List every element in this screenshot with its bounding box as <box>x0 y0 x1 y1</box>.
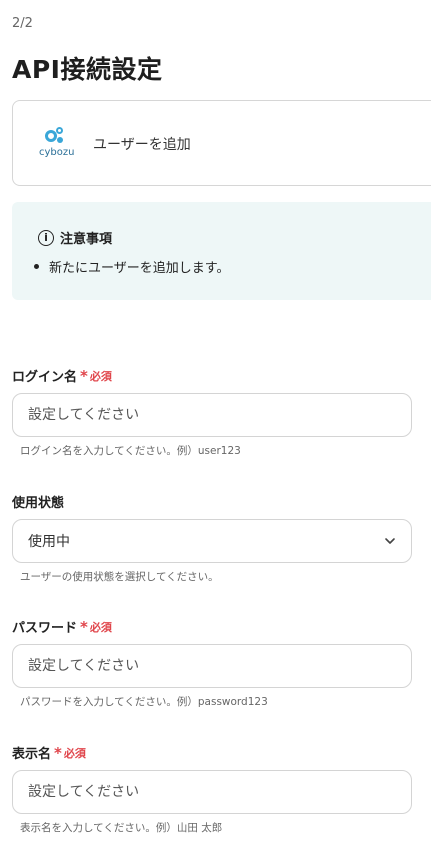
app-action-label: ユーザーを追加 <box>93 137 191 153</box>
display-name-label: 表示名 * 必須 <box>12 743 86 763</box>
display-name-help: 表示名を入力してください。例）山田 太郎 <box>20 822 223 834</box>
notice-box: i 注意事項 新たにユーザーを追加します。 <box>12 202 431 300</box>
notice-list-item: 新たにユーザーを追加します。 <box>34 257 229 276</box>
notice-header: i 注意事項 <box>38 228 112 247</box>
status-label-text: 使用状態 <box>12 496 65 511</box>
page-title: API接続設定 <box>12 55 163 84</box>
required-star: * <box>54 743 62 762</box>
required-text: 必須 <box>89 369 112 383</box>
login-name-label-text: ログイン名 <box>12 370 78 385</box>
display-name-input[interactable] <box>12 770 412 814</box>
required-text: 必須 <box>89 620 112 634</box>
chevron-down-icon <box>385 538 395 544</box>
app-logo-text: cybozu <box>39 147 75 158</box>
app-action-card[interactable]: cybozu ユーザーを追加 <box>12 100 431 186</box>
required-text: 必須 <box>63 746 86 760</box>
status-label: 使用状態 <box>12 492 64 511</box>
password-help: パスワードを入力してください。例）password123 <box>20 696 268 708</box>
info-icon: i <box>38 229 54 246</box>
cybozu-logo-icon: cybozu <box>39 127 75 161</box>
login-name-label: ログイン名 * 必須 <box>12 366 112 386</box>
notice-title: 注意事項 <box>60 232 113 247</box>
password-label-text: パスワード <box>12 621 78 636</box>
login-name-input[interactable] <box>12 393 412 437</box>
status-select[interactable]: 使用中 <box>12 519 412 563</box>
required-star: * <box>80 617 88 636</box>
login-name-help: ログイン名を入力してください。例）user123 <box>20 445 241 457</box>
status-help: ユーザーの使用状態を選択してください。 <box>20 571 219 583</box>
step-indicator: 2/2 <box>12 16 33 31</box>
required-star: * <box>80 366 88 385</box>
password-input[interactable] <box>12 644 412 688</box>
notice-item-text: 新たにユーザーを追加します。 <box>49 261 230 276</box>
status-select-value: 使用中 <box>28 534 70 550</box>
password-label: パスワード * 必須 <box>12 617 112 637</box>
bullet-icon <box>34 264 39 269</box>
display-name-label-text: 表示名 <box>12 747 52 762</box>
